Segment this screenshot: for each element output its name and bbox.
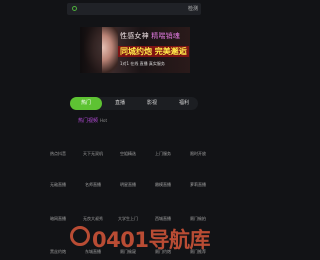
- grid-item[interactable]: 黑丝约炮: [40, 249, 76, 255]
- tab-hot[interactable]: 热门: [70, 97, 102, 110]
- grid-item[interactable]: 大学生上门: [110, 216, 146, 222]
- grid-item[interactable]: 天下无双机: [75, 151, 111, 157]
- grid-item[interactable]: 无良大叔秀: [75, 216, 111, 222]
- tab-live[interactable]: 直播: [106, 97, 134, 110]
- grid-item[interactable]: 上门服务: [145, 151, 181, 157]
- watermark-logo-icon: [70, 226, 90, 246]
- search-button[interactable]: 检测: [188, 4, 198, 14]
- search-bar[interactable]: 检测: [67, 3, 201, 15]
- banner-headline-part1: 性感女神: [120, 32, 149, 40]
- banner-caption: 1对1 在线 直播 真实服务: [120, 61, 165, 66]
- promo-banner[interactable]: 性感女神 精喘销魂 同城约炮 完美邂逅 1对1 在线 直播 真实服务: [80, 27, 190, 73]
- grid-item[interactable]: 空姐精选: [110, 151, 146, 157]
- search-icon: [72, 6, 77, 11]
- grid-item[interactable]: 无敌直播: [40, 182, 76, 188]
- grid-item[interactable]: 嫩模直播: [145, 182, 181, 188]
- section-title: 热门视频 Hot: [78, 117, 107, 124]
- section-title-text: 热门视频: [78, 118, 99, 124]
- grid-item[interactable]: 明星直播: [110, 182, 146, 188]
- banner-hair-shadow: [80, 27, 102, 73]
- watermark-text: 0401导航库: [92, 228, 210, 252]
- banner-slogan: 同城约炮 完美邂逅: [118, 46, 189, 57]
- grid-item[interactable]: 萝莉直播: [180, 182, 216, 188]
- section-title-sub: Hot: [100, 118, 108, 123]
- banner-headline: 性感女神 精喘销魂: [120, 31, 180, 41]
- banner-headline-part2: 精喘销魂: [151, 32, 181, 40]
- tab-welfare[interactable]: 福利: [170, 97, 198, 110]
- tab-video[interactable]: 影视: [138, 97, 166, 110]
- grid-item[interactable]: 暗网直播: [40, 216, 76, 222]
- category-tabs: 热门 直播 影视 福利: [70, 97, 198, 110]
- grid-item[interactable]: 名师直播: [75, 182, 111, 188]
- app-page: 检测 性感女神 精喘销魂 同城约炮 完美邂逅 1对1 在线 直播 真实服务 热门…: [0, 0, 269, 260]
- grid-item[interactable]: 热点抖音: [40, 151, 76, 157]
- grid-item[interactable]: 限时开放: [180, 151, 216, 157]
- grid-item[interactable]: 西城直播: [145, 216, 181, 222]
- grid-item[interactable]: 厕门偷拍: [180, 216, 216, 222]
